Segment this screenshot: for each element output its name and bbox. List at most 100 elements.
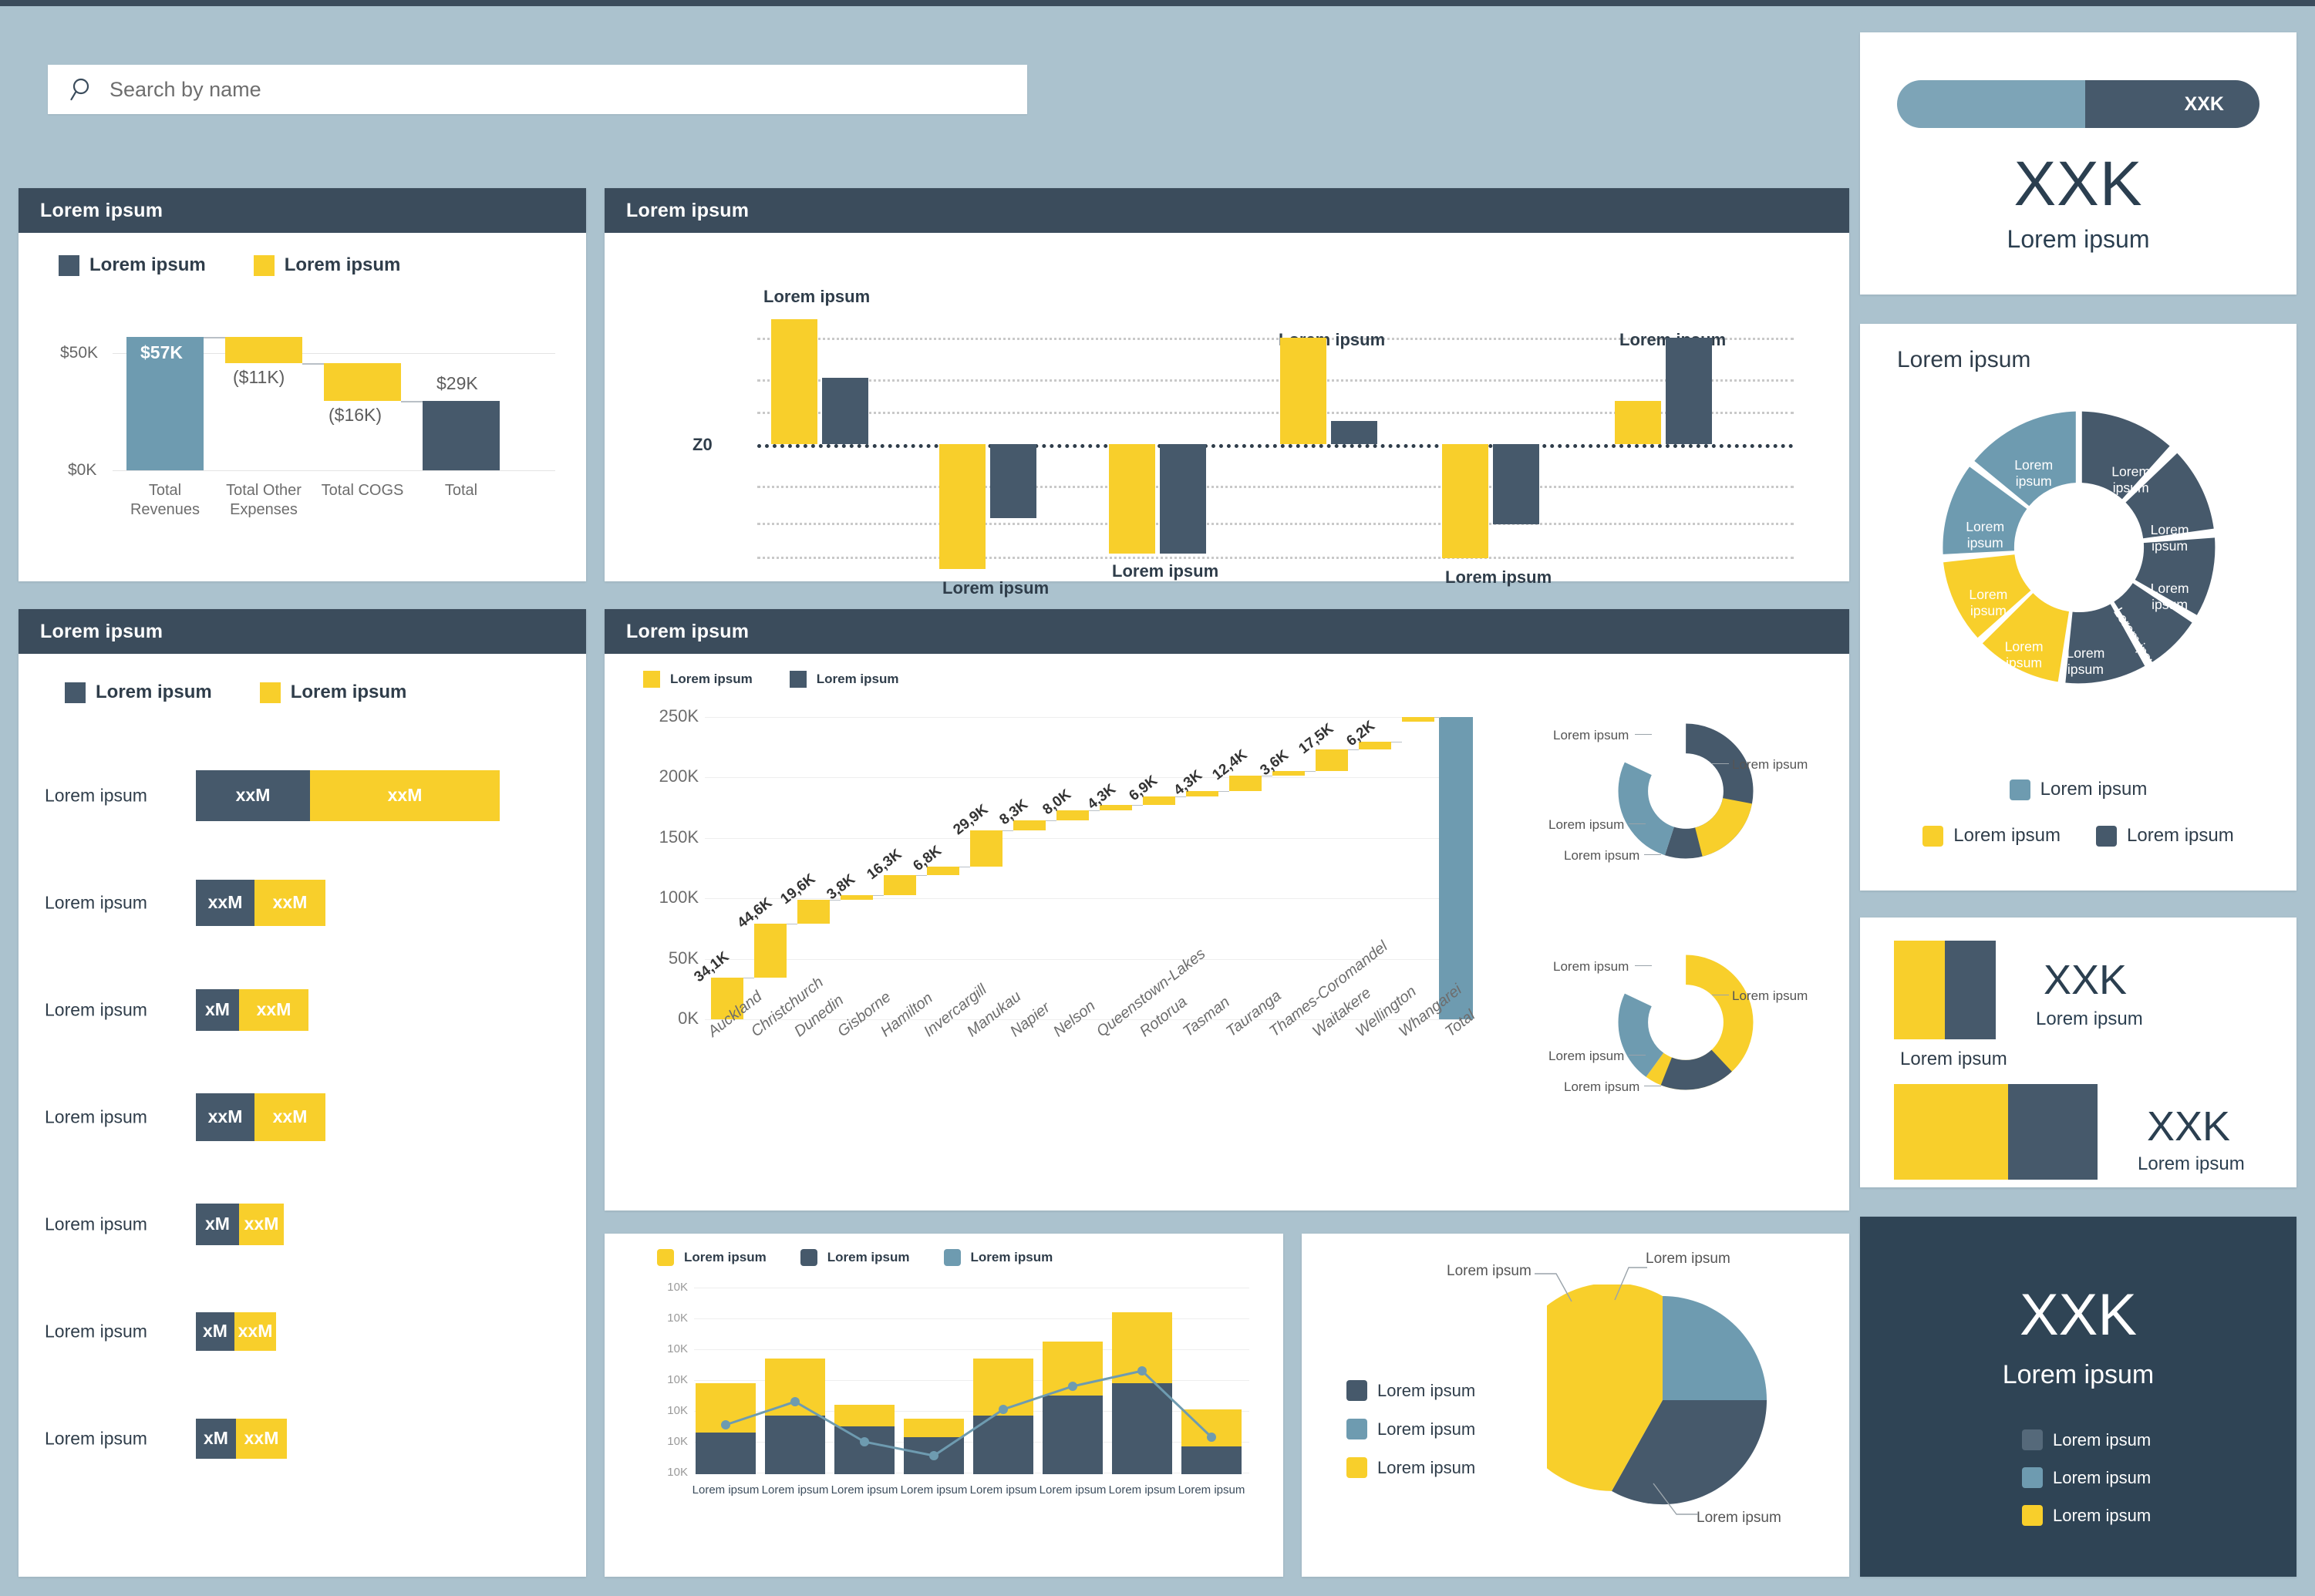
bar-navy[interactable] [1666, 338, 1712, 444]
bar-segment-navy[interactable]: xxM [196, 1093, 254, 1141]
bar-stack-yellow[interactable] [1112, 1312, 1172, 1383]
donut-1-svg[interactable] [1616, 722, 1755, 860]
cities-waterfall-plot: 250K 200K 150K 100K 50K 0K 34,1K 44,6K 1… [640, 703, 1481, 1150]
progress-pill[interactable]: XXK [1897, 80, 2259, 128]
y-tick-label: 150K [659, 827, 699, 847]
card-revenue-waterfall: Lorem ipsum Lorem ipsum Lorem ipsum $50K [19, 188, 586, 581]
bar-segment-navy[interactable]: xxM [196, 769, 310, 821]
legend-item-navy[interactable]: Lorem ipsum [65, 682, 212, 703]
bar-napier[interactable] [1013, 820, 1046, 830]
kpi-square-2[interactable] [1894, 1084, 2098, 1180]
bar-stack-yellow[interactable] [1043, 1342, 1103, 1396]
bar-value-label: ($11K) [233, 367, 285, 387]
legend-item-teal[interactable]: Lorem ipsum [2009, 779, 2147, 800]
bar-navy[interactable] [1331, 421, 1377, 444]
bar-stack-navy[interactable] [696, 1433, 756, 1474]
bar-nelson[interactable] [1056, 810, 1089, 820]
bar-segment-yellow[interactable]: xxM [310, 769, 500, 821]
legend-item-navy[interactable]: Lorem ipsum [800, 1249, 910, 1266]
x-category-label: Lorem ipsum [1039, 1483, 1107, 1497]
bar-stack-navy[interactable] [1112, 1383, 1172, 1474]
bar-yellow[interactable] [1442, 444, 1488, 558]
bar-stack-navy[interactable] [973, 1416, 1033, 1474]
card-kpi-squares: Lorem ipsum XXK Lorem ipsum XXK Lorem ip… [1860, 918, 2296, 1187]
bar-stack-navy[interactable] [904, 1437, 964, 1474]
legend-item-yellow[interactable]: Lorem ipsum [2022, 1505, 2151, 1526]
legend-item-navy[interactable]: Lorem ipsum [789, 671, 899, 688]
bar-waitakere[interactable] [1316, 749, 1348, 771]
zero-axis-label: Z0 [692, 435, 713, 454]
legend-item-yellow[interactable]: Lorem ipsum [1346, 1457, 1475, 1478]
bar-navy[interactable] [1160, 444, 1206, 554]
bar-segment-navy[interactable]: xM [196, 1203, 239, 1245]
legend-item-navy[interactable]: Lorem ipsum [59, 254, 206, 276]
bar-yellow[interactable] [1615, 401, 1661, 444]
bar-segment-navy[interactable]: xM [196, 988, 239, 1031]
legend-item-teal[interactable]: Lorem ipsum [2022, 1467, 2151, 1488]
bar-yellow[interactable] [771, 319, 817, 444]
progress-value: XXK [2184, 93, 2224, 115]
bar-dunedin[interactable] [797, 900, 830, 924]
segmented-donut-svg[interactable]: Loremipsum Loremipsum Loremipsum Lorem i… [1917, 386, 2241, 709]
bar-segment-navy[interactable]: xxM [196, 879, 254, 926]
gridline [757, 486, 1794, 488]
legend-label: Lorem ipsum [1377, 1457, 1476, 1477]
bar-stack-navy[interactable] [1043, 1396, 1103, 1474]
bar-total-cogs[interactable] [324, 363, 401, 401]
bar-stack-yellow[interactable] [1181, 1409, 1242, 1446]
legend-item-yellow[interactable]: Lorem ipsum [643, 671, 753, 688]
segment-value: xxM [238, 1321, 273, 1341]
bar-total-other-expenses[interactable] [225, 337, 302, 363]
bar-segment-yellow[interactable]: xxM [254, 1093, 325, 1141]
gridline [705, 777, 1473, 778]
bar-stack-navy[interactable] [1181, 1446, 1242, 1474]
bar-segment-yellow[interactable]: xxM [234, 1311, 276, 1351]
legend-item-gray[interactable]: Lorem ipsum [2022, 1429, 2151, 1450]
bar-rotorua[interactable] [1143, 796, 1175, 805]
donut-2-svg[interactable] [1616, 953, 1755, 1092]
bar-manukau[interactable] [970, 830, 1002, 867]
bar-navy[interactable] [822, 378, 868, 444]
bar-navy[interactable] [990, 444, 1036, 518]
bar-yellow[interactable] [939, 444, 986, 569]
kpi-square-2-yellow [1894, 1084, 2008, 1180]
bar-whangarei[interactable] [1402, 717, 1434, 722]
bar-stack-yellow[interactable] [834, 1405, 895, 1426]
bar-invercargill[interactable] [927, 867, 959, 875]
bar-segment-yellow[interactable]: xxM [236, 1418, 287, 1459]
bar-yellow[interactable] [1280, 338, 1326, 444]
bar-stack-yellow[interactable] [904, 1419, 964, 1437]
bar-stack-navy[interactable] [765, 1416, 825, 1474]
bar-segment-navy[interactable]: xM [196, 1418, 236, 1459]
bar-wellington[interactable] [1359, 742, 1391, 749]
bar-stack-yellow[interactable] [973, 1359, 1033, 1416]
legend-item-yellow[interactable]: Lorem ipsum [657, 1249, 767, 1266]
legend-item-yellow[interactable]: Lorem ipsum [1922, 825, 2061, 847]
bar-segment-yellow[interactable]: xxM [254, 879, 325, 926]
bar-segment-yellow[interactable]: xxM [239, 1203, 284, 1245]
legend-item-navy[interactable]: Lorem ipsum [1346, 1380, 1475, 1401]
bar-hamilton[interactable] [884, 875, 916, 895]
bar-stack-navy[interactable] [834, 1426, 895, 1474]
legend-item-navy[interactable]: Lorem ipsum [2096, 825, 2234, 847]
bar-navy[interactable] [1493, 444, 1539, 524]
search-input[interactable]: Search by name [110, 78, 261, 102]
bar-christchurch[interactable] [754, 924, 787, 978]
y-tick-label: 10K [667, 1466, 688, 1479]
bar-stack-yellow[interactable] [765, 1359, 825, 1416]
bar-segment-yellow[interactable]: xxM [239, 988, 308, 1031]
bar-total[interactable] [423, 401, 500, 470]
search-bar[interactable]: Search by name [48, 65, 1027, 114]
bar-gisborne[interactable] [841, 895, 873, 900]
bar-total[interactable] [1439, 717, 1473, 1019]
bar-stack-yellow[interactable] [696, 1383, 756, 1433]
legend-item-yellow[interactable]: Lorem ipsum [253, 254, 400, 276]
bar-yellow[interactable] [1109, 444, 1155, 554]
bar-tauranga[interactable] [1229, 776, 1262, 791]
legend-item-teal[interactable]: Lorem ipsum [1346, 1419, 1475, 1439]
legend-item-teal[interactable]: Lorem ipsum [943, 1249, 1053, 1266]
legend-item-yellow[interactable]: Lorem ipsum [259, 682, 406, 703]
bar-segment-navy[interactable]: xM [196, 1311, 234, 1351]
kpi-square-1[interactable] [1894, 941, 1996, 1039]
segment-value: xxM [272, 1106, 308, 1126]
